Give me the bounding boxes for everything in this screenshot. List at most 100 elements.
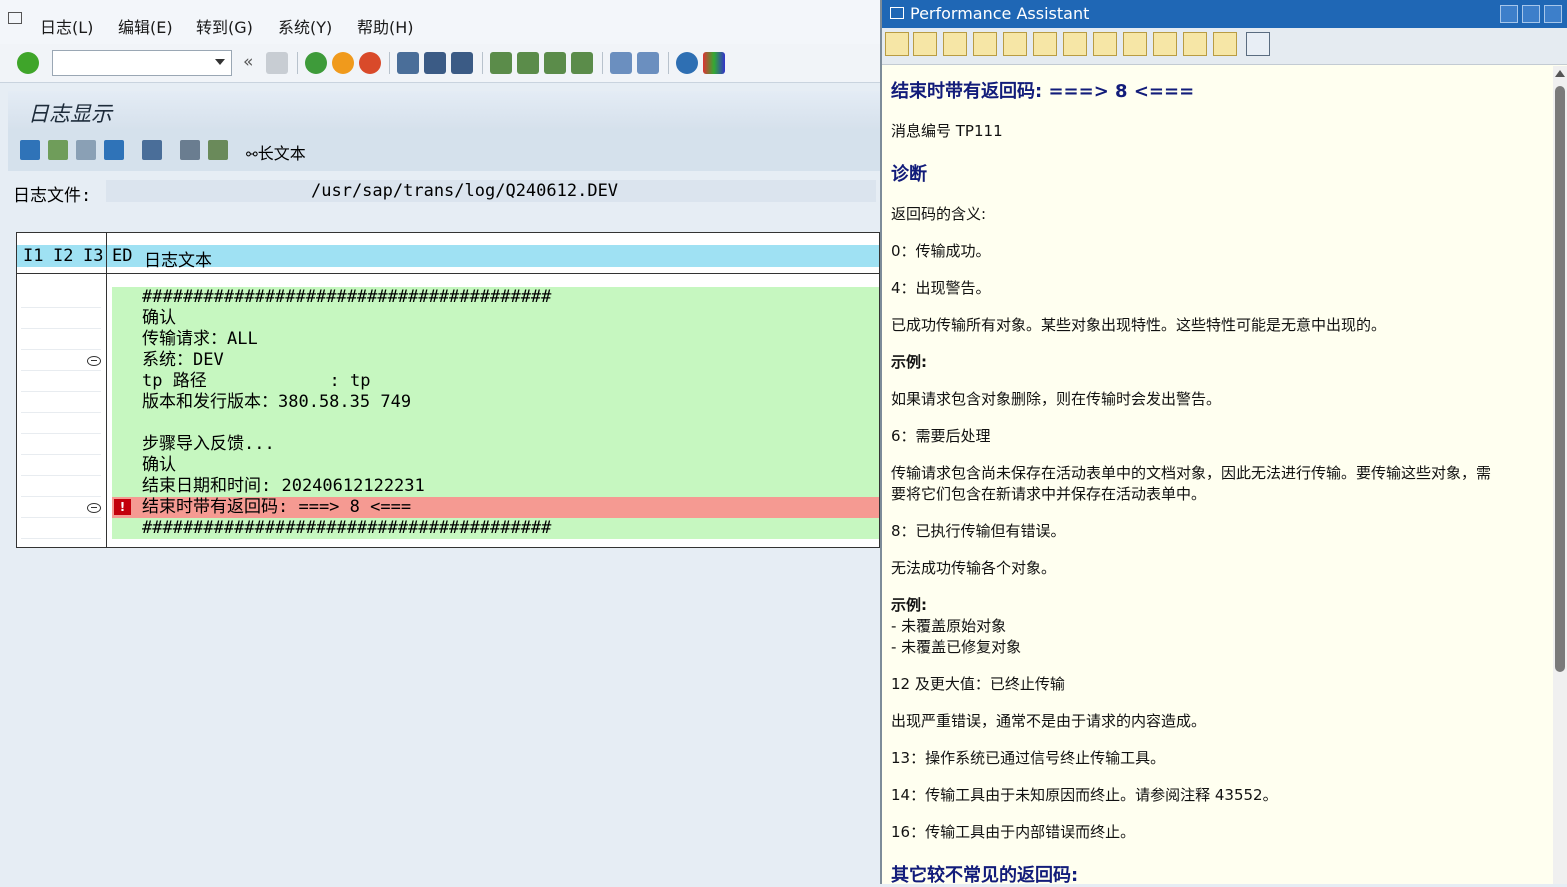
row-text: tp 路径 : tp xyxy=(142,371,371,391)
comment-bubble-icon[interactable] xyxy=(87,503,101,513)
find-icon[interactable] xyxy=(424,52,446,74)
row-indicator-cell xyxy=(21,329,101,350)
back-arrow-icon[interactable] xyxy=(885,32,909,56)
collapse-all-icon[interactable] xyxy=(104,140,124,160)
system-menu-icon[interactable] xyxy=(8,12,22,24)
first-page-icon[interactable] xyxy=(490,52,512,74)
menu-log[interactable]: 日志(L) xyxy=(40,14,93,38)
list-icon[interactable] xyxy=(208,140,228,160)
bookmark-icon[interactable] xyxy=(1123,32,1147,56)
undock-icon[interactable] xyxy=(1213,32,1237,56)
menu-edit[interactable]: 编辑(E) xyxy=(118,14,173,38)
document-icon[interactable] xyxy=(1093,32,1117,56)
back-icon[interactable] xyxy=(305,52,327,74)
close-button[interactable] xyxy=(1544,5,1562,23)
customize-layout-icon[interactable] xyxy=(703,52,725,74)
table-row[interactable]: 版本和发行版本：380.58.35 749 xyxy=(112,392,879,413)
home-icon[interactable] xyxy=(943,32,967,56)
row-indicator-cell xyxy=(21,392,101,413)
rc4-text: 4：出现警告。 xyxy=(891,279,991,297)
menu-system[interactable]: 系统(Y) xyxy=(278,14,332,38)
expand-icon[interactable] xyxy=(48,140,68,160)
window-icon[interactable] xyxy=(890,7,904,19)
row-text: 结束时带有返回码: ===> 8 <=== xyxy=(142,497,412,517)
table-row[interactable]: 结束日期和时间: 20240612122231 xyxy=(112,476,879,497)
find-next-icon[interactable] xyxy=(451,52,473,74)
next-page-icon[interactable] xyxy=(544,52,566,74)
technical-info-icon[interactable] xyxy=(973,32,997,56)
assistant-title: Performance Assistant xyxy=(910,4,1090,23)
row-indicator-cell xyxy=(21,434,101,455)
collapse-icon[interactable] xyxy=(76,140,96,160)
table-row[interactable]: ######################################## xyxy=(112,287,879,308)
table-row[interactable]: 步骤导入反馈... xyxy=(112,434,879,455)
rc4-desc: 已成功传输所有对象。某些对象出现特性。这些特性可能是无意中出现的。 xyxy=(891,316,1387,334)
collapse-command-field[interactable]: « xyxy=(243,52,253,72)
command-field[interactable] xyxy=(52,50,232,76)
menu-goto[interactable]: 转到(G) xyxy=(196,14,253,38)
rc6-desc-1: 传输请求包含尚未保存在活动表单中的文档对象，因此无法进行传输。要传输这些对象，需 xyxy=(891,464,1492,482)
edit-icon[interactable] xyxy=(1003,32,1027,56)
table-row[interactable]: 确认 xyxy=(112,455,879,476)
enter-check-icon[interactable] xyxy=(17,52,39,74)
tools-icon[interactable] xyxy=(1033,32,1057,56)
rc12-text: 12 及更大值：已终止传输 xyxy=(891,675,1065,693)
print-icon[interactable] xyxy=(397,52,419,74)
screen-title-bar: 日志显示 xyxy=(8,91,880,129)
refresh-icon[interactable] xyxy=(142,140,162,160)
expand-all-icon[interactable] xyxy=(20,140,40,160)
assistant-titlebar: Performance Assistant xyxy=(882,0,1567,28)
close-box-icon[interactable] xyxy=(1246,32,1270,56)
menu-bar: 日志(L) 编辑(E) 转到(G) 系统(Y) 帮助(H) xyxy=(0,0,880,45)
table-row[interactable]: 确认 xyxy=(112,308,879,329)
long-text-button[interactable]: ⚯长文本 xyxy=(246,140,306,164)
forward-arrow-icon[interactable] xyxy=(913,32,937,56)
rc12-desc: 出现严重错误，通常不是由于请求的内容造成。 xyxy=(891,712,1207,730)
save-icon[interactable] xyxy=(266,52,288,74)
scroll-thumb[interactable] xyxy=(1555,86,1565,672)
shortcut-icon[interactable] xyxy=(637,52,659,74)
menu-help[interactable]: 帮助(H) xyxy=(357,14,414,38)
chevron-down-icon[interactable] xyxy=(215,59,225,65)
table-row[interactable]: ! 结束时带有返回码: ===> 8 <=== xyxy=(112,497,879,518)
comment-bubble-icon[interactable] xyxy=(87,356,101,366)
performance-assistant-window: Performance Assistant 结束时带有返回码: ===> 8 <… xyxy=(880,0,1567,886)
table-row[interactable]: 传输请求：ALL xyxy=(112,329,879,350)
rc8-text: 8：已执行传输但有错误。 xyxy=(891,522,1066,540)
col-i2[interactable]: I2 xyxy=(53,246,73,266)
row-text: 结束日期和时间: 20240612122231 xyxy=(142,476,425,496)
row-indicator-cell xyxy=(21,308,101,329)
print-icon[interactable] xyxy=(1183,32,1207,56)
scroll-up-icon[interactable] xyxy=(1555,70,1565,77)
col-log-text[interactable]: 日志文本 xyxy=(144,246,212,271)
row-text: 确认 xyxy=(142,455,176,475)
log-table: I1 I2 I3 ED 日志文本 #######################… xyxy=(16,232,880,548)
table-row[interactable]: 系统：DEV xyxy=(112,350,879,371)
error-icon: ! xyxy=(114,499,131,515)
table-row[interactable]: tp 路径 : tp xyxy=(112,371,879,392)
user-icon[interactable] xyxy=(1063,32,1087,56)
exit-icon[interactable] xyxy=(332,52,354,74)
table-row[interactable] xyxy=(112,413,879,434)
previous-page-icon[interactable] xyxy=(517,52,539,74)
col-i3[interactable]: I3 xyxy=(83,246,103,266)
download-icon[interactable] xyxy=(1153,32,1177,56)
table-row[interactable]: ######################################## xyxy=(112,518,879,539)
last-page-icon[interactable] xyxy=(571,52,593,74)
row-text: 版本和发行版本：380.58.35 749 xyxy=(142,392,412,412)
log-file-value: /usr/sap/trans/log/Q240612.DEV xyxy=(311,181,619,201)
help-icon[interactable] xyxy=(676,52,698,74)
row-indicator-cell xyxy=(21,518,101,539)
message-number: 消息编号 TP111 xyxy=(891,122,1003,140)
row-text: 系统：DEV xyxy=(142,350,224,370)
col-ed[interactable]: ED xyxy=(112,246,132,266)
maximize-button[interactable] xyxy=(1522,5,1540,23)
row-text: ######################################## xyxy=(142,518,552,538)
cancel-icon[interactable] xyxy=(359,52,381,74)
row-indicator-cell xyxy=(21,413,101,434)
minimize-button[interactable] xyxy=(1500,5,1518,23)
new-session-icon[interactable] xyxy=(610,52,632,74)
col-i1[interactable]: I1 xyxy=(23,246,43,266)
rc14-text: 14：传输工具由于未知原因而终止。请参阅注释 43552。 xyxy=(891,786,1278,804)
details-icon[interactable] xyxy=(180,140,200,160)
